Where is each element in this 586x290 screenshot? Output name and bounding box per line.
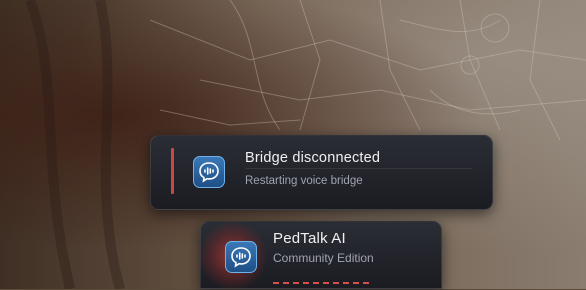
voice-chat-icon — [193, 156, 225, 188]
voice-chat-icon — [225, 241, 257, 273]
divider — [245, 168, 472, 169]
loading-indicator — [273, 282, 369, 284]
alert-accent-bar — [171, 148, 174, 194]
notification-subtitle: Community Edition — [273, 251, 374, 265]
notification-title: PedTalk AI — [273, 230, 346, 247]
notification-bridge-disconnected[interactable]: Bridge disconnected Restarting voice bri… — [150, 135, 493, 210]
notification-pedtalk-ai[interactable]: PedTalk AI Community Edition — [197, 221, 442, 290]
notification-title: Bridge disconnected — [245, 150, 381, 166]
notification-subtitle: Restarting voice bridge — [245, 175, 363, 187]
